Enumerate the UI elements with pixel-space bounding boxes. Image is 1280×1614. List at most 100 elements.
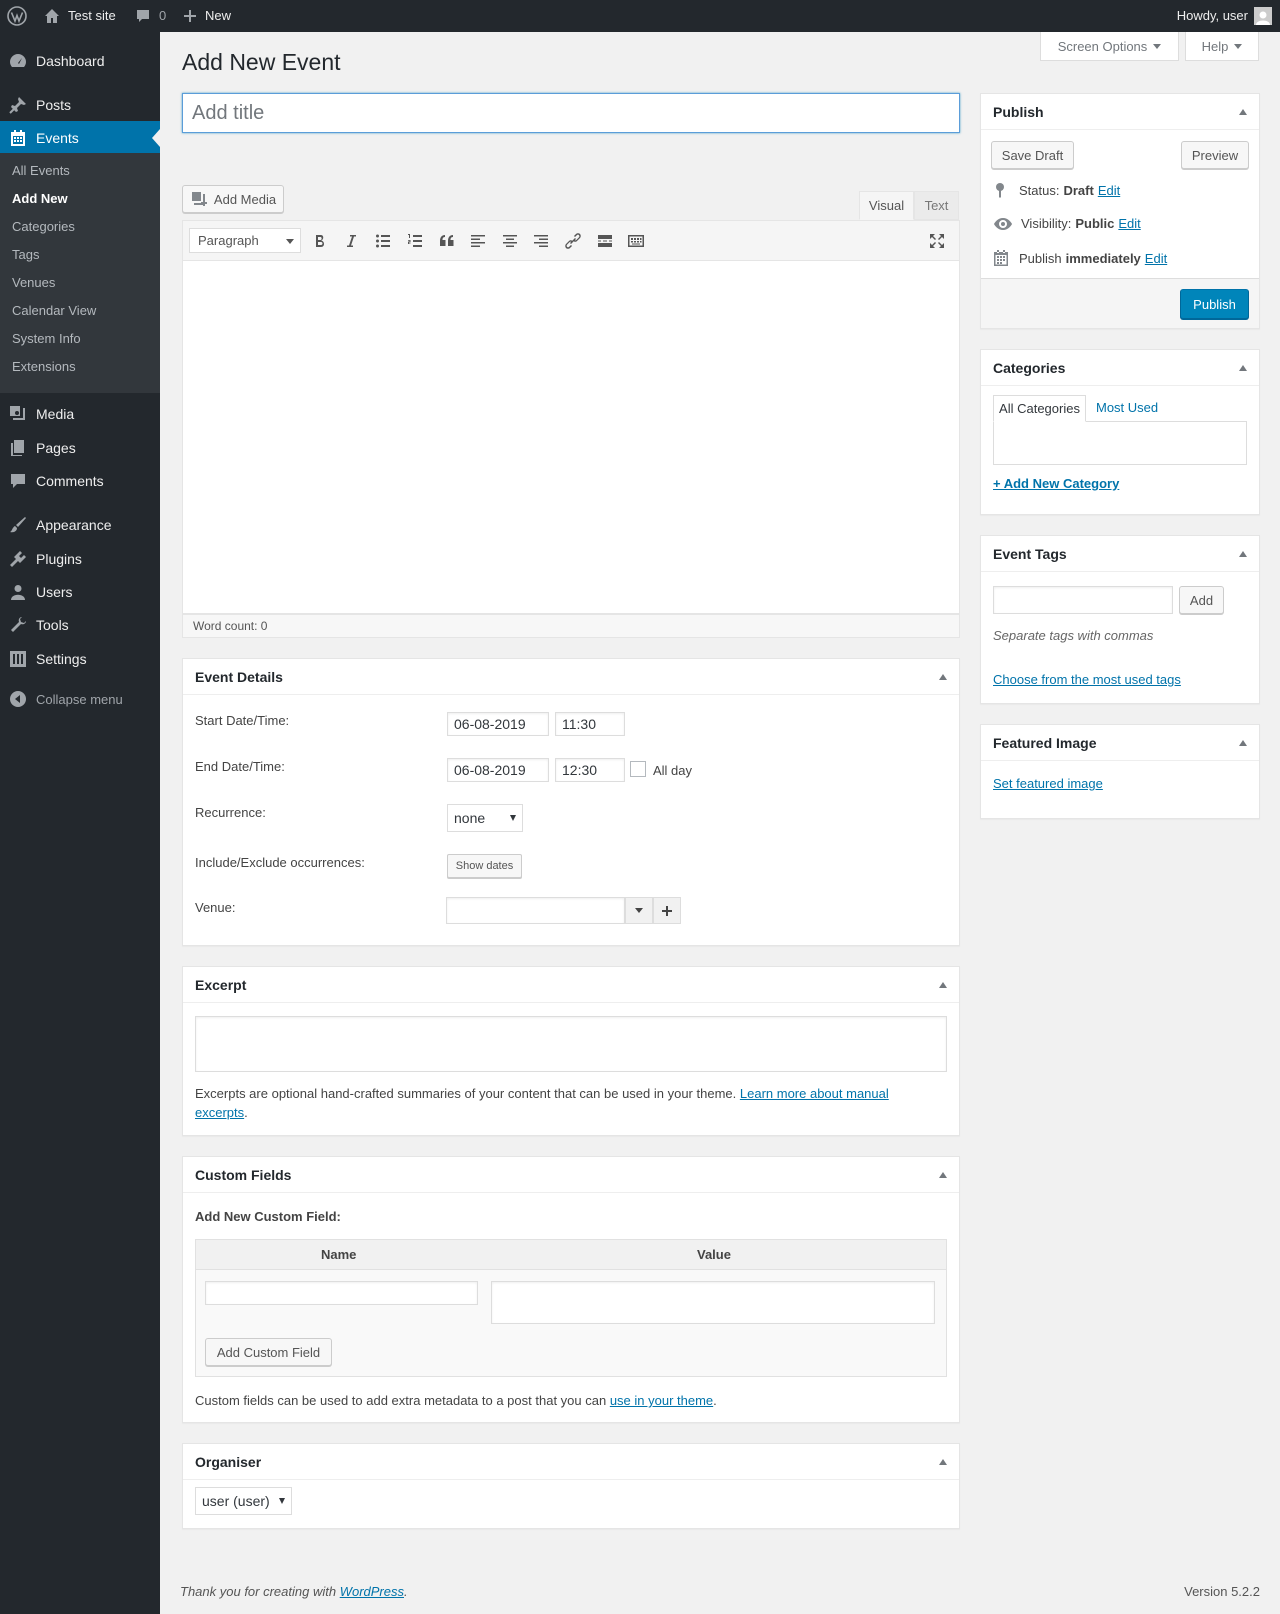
custom-fields-box: Custom Fields Add New Custom Field: Name… bbox=[182, 1156, 960, 1423]
collapse-toggle-icon[interactable] bbox=[939, 1459, 947, 1465]
bullet-list-icon[interactable] bbox=[373, 231, 393, 251]
event-details-header[interactable]: Event Details bbox=[183, 659, 959, 695]
wordpress-link[interactable]: WordPress bbox=[340, 1584, 404, 1599]
event-tags-header[interactable]: Event Tags bbox=[981, 536, 1259, 572]
menu-posts[interactable]: Posts bbox=[0, 88, 160, 122]
new-tag-input[interactable] bbox=[993, 586, 1173, 614]
add-new-category-link[interactable]: + Add New Category bbox=[993, 476, 1119, 491]
tab-text[interactable]: Text bbox=[914, 191, 959, 220]
submenu-venues[interactable]: Venues bbox=[12, 273, 55, 293]
menu-media[interactable]: Media bbox=[0, 397, 160, 431]
publish-header[interactable]: Publish bbox=[981, 94, 1259, 130]
edit-visibility-link[interactable]: Edit bbox=[1118, 216, 1140, 231]
dropdown-arrow-icon bbox=[510, 815, 516, 821]
publish-button[interactable]: Publish bbox=[1180, 289, 1249, 319]
editor-content-area[interactable] bbox=[182, 261, 960, 614]
align-right-icon[interactable] bbox=[531, 231, 551, 251]
menu-tools[interactable]: Tools bbox=[0, 608, 160, 642]
collapse-toggle-icon[interactable] bbox=[939, 1172, 947, 1178]
submenu-calendar-view[interactable]: Calendar View bbox=[12, 301, 96, 321]
collapse-menu-button[interactable]: Collapse menu bbox=[0, 684, 123, 714]
excerpt-header[interactable]: Excerpt bbox=[183, 967, 959, 1003]
tab-visual[interactable]: Visual bbox=[859, 191, 914, 220]
footer-thanks: Thank you for creating with WordPress. bbox=[180, 1584, 408, 1599]
recurrence-select[interactable]: none bbox=[447, 804, 523, 832]
collapse-toggle-icon[interactable] bbox=[1239, 109, 1247, 115]
comments-link[interactable]: 0 bbox=[135, 0, 166, 32]
new-content-link[interactable]: New bbox=[183, 0, 231, 32]
add-tag-button[interactable]: Add bbox=[1179, 586, 1224, 614]
blockquote-icon[interactable] bbox=[437, 231, 457, 251]
end-time-input[interactable]: 12:30 bbox=[555, 758, 625, 782]
site-name: Test site bbox=[68, 8, 116, 23]
custom-field-value-textarea[interactable] bbox=[491, 1281, 935, 1324]
italic-icon[interactable] bbox=[341, 231, 361, 251]
all-day-checkbox[interactable] bbox=[630, 761, 646, 777]
fullscreen-icon[interactable] bbox=[927, 231, 947, 251]
collapse-toggle-icon[interactable] bbox=[939, 982, 947, 988]
categories-header[interactable]: Categories bbox=[981, 350, 1259, 386]
custom-fields-header[interactable]: Custom Fields bbox=[183, 1157, 959, 1193]
show-dates-button[interactable]: Show dates bbox=[447, 854, 522, 878]
end-date-input[interactable]: 06-08-2019 bbox=[447, 758, 549, 782]
menu-comments[interactable]: Comments bbox=[0, 464, 160, 498]
toolbar-toggle-icon[interactable] bbox=[626, 231, 646, 251]
menu-events[interactable]: Events bbox=[0, 121, 160, 155]
menu-pages[interactable]: Pages bbox=[0, 431, 160, 465]
preview-button[interactable]: Preview bbox=[1181, 141, 1249, 169]
menu-plugins[interactable]: Plugins bbox=[0, 542, 160, 576]
start-date-input[interactable]: 06-08-2019 bbox=[447, 712, 549, 736]
wordpress-logo-icon[interactable] bbox=[7, 0, 27, 32]
collapse-toggle-icon[interactable] bbox=[1239, 740, 1247, 746]
organiser-select[interactable]: user (user) bbox=[195, 1487, 292, 1515]
help-button[interactable]: Help bbox=[1185, 32, 1259, 61]
excerpt-textarea[interactable] bbox=[195, 1016, 947, 1072]
submenu-add-new[interactable]: Add New bbox=[12, 189, 68, 209]
link-icon[interactable] bbox=[563, 231, 583, 251]
featured-image-header[interactable]: Featured Image bbox=[981, 725, 1259, 761]
choose-most-used-tags-link[interactable]: Choose from the most used tags bbox=[993, 672, 1181, 687]
use-in-theme-link[interactable]: use in your theme bbox=[610, 1393, 713, 1408]
learn-more-link[interactable]: Learn more about manual bbox=[740, 1086, 889, 1101]
home-icon bbox=[45, 9, 59, 23]
my-account-link[interactable]: Howdy, user bbox=[1177, 0, 1272, 32]
edit-status-link[interactable]: Edit bbox=[1098, 183, 1120, 198]
save-draft-button[interactable]: Save Draft bbox=[991, 141, 1074, 169]
align-center-icon[interactable] bbox=[500, 231, 520, 251]
submenu-all-events[interactable]: All Events bbox=[12, 161, 70, 181]
submenu-tags[interactable]: Tags bbox=[12, 245, 39, 265]
visibility-value: Public bbox=[1075, 216, 1115, 231]
start-time-input[interactable]: 11:30 bbox=[555, 712, 625, 736]
submenu-extensions[interactable]: Extensions bbox=[12, 357, 76, 377]
add-media-button[interactable]: Add Media bbox=[182, 185, 284, 213]
tab-most-used[interactable]: Most Used bbox=[1096, 400, 1158, 415]
venue-dropdown-button[interactable] bbox=[625, 897, 653, 924]
format-select[interactable]: Paragraph bbox=[189, 228, 301, 253]
title-input[interactable] bbox=[182, 93, 960, 133]
site-name-link[interactable]: Test site bbox=[44, 0, 116, 32]
organiser-header[interactable]: Organiser bbox=[183, 1444, 959, 1480]
numbered-list-icon[interactable] bbox=[405, 231, 425, 251]
add-custom-field-button[interactable]: Add Custom Field bbox=[205, 1338, 332, 1366]
add-venue-button[interactable] bbox=[653, 897, 681, 924]
screen-options-button[interactable]: Screen Options bbox=[1040, 32, 1179, 61]
collapse-toggle-icon[interactable] bbox=[1239, 551, 1247, 557]
collapse-toggle-icon[interactable] bbox=[1239, 365, 1247, 371]
edit-publish-date-link[interactable]: Edit bbox=[1145, 251, 1167, 266]
category-checklist[interactable] bbox=[993, 421, 1247, 465]
custom-field-name-input[interactable] bbox=[205, 1281, 478, 1305]
read-more-icon[interactable] bbox=[595, 231, 615, 251]
bold-icon[interactable] bbox=[310, 231, 330, 251]
venue-input[interactable] bbox=[446, 897, 625, 924]
align-left-icon[interactable] bbox=[468, 231, 488, 251]
tab-all-categories[interactable]: All Categories bbox=[993, 395, 1086, 422]
submenu-categories[interactable]: Categories bbox=[12, 217, 75, 237]
menu-appearance[interactable]: Appearance bbox=[0, 508, 160, 542]
menu-settings[interactable]: Settings bbox=[0, 642, 160, 676]
collapse-toggle-icon[interactable] bbox=[939, 674, 947, 680]
menu-users[interactable]: Users bbox=[0, 575, 160, 609]
set-featured-image-link[interactable]: Set featured image bbox=[993, 776, 1103, 791]
excerpts-link[interactable]: excerpts bbox=[195, 1105, 244, 1120]
menu-dashboard[interactable]: Dashboard bbox=[0, 44, 160, 78]
submenu-system-info[interactable]: System Info bbox=[12, 329, 81, 349]
